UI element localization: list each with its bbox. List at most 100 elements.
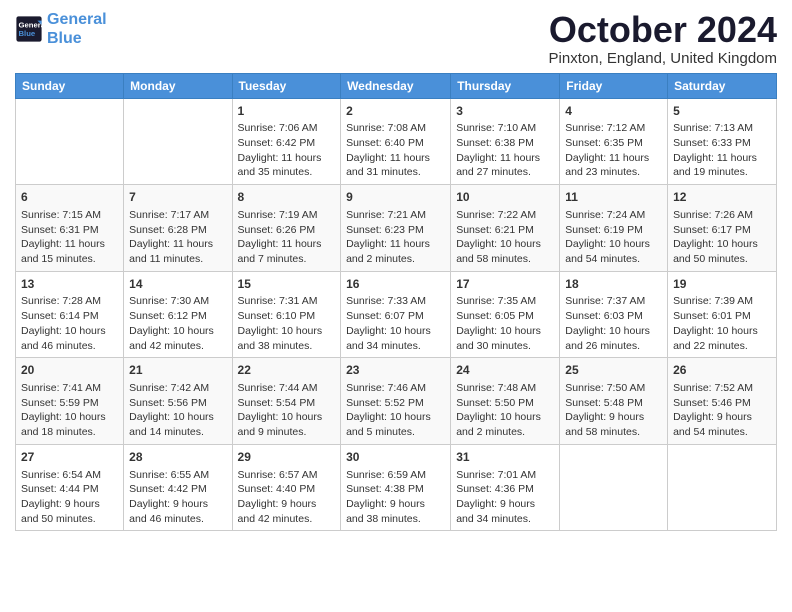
day-number: 15: [238, 276, 336, 293]
day-number: 1: [238, 103, 336, 120]
day-number: 10: [456, 189, 554, 206]
day-info: Sunrise: 7:08 AM Sunset: 6:40 PM Dayligh…: [346, 121, 445, 180]
calendar-week-row: 20Sunrise: 7:41 AM Sunset: 5:59 PM Dayli…: [16, 358, 777, 445]
day-info: Sunrise: 7:35 AM Sunset: 6:05 PM Dayligh…: [456, 294, 554, 353]
day-info: Sunrise: 6:57 AM Sunset: 4:40 PM Dayligh…: [238, 468, 336, 527]
calendar-cell: 21 Sunrise: 7:42 AM Sunset: 5:56 PM Dayli…: [124, 358, 232, 445]
day-info: Sunrise: 7:39 AM Sunset: 6:01 PM Dayligh…: [673, 294, 771, 353]
day-number: 30: [346, 449, 445, 466]
calendar-cell: 5Sunrise: 7:13 AM Sunset: 6:33 PM Daylig…: [668, 98, 777, 185]
day-number: 24: [456, 362, 554, 379]
calendar-week-row: 13Sunrise: 7:28 AM Sunset: 6:14 PM Dayli…: [16, 271, 777, 358]
day-info: Sunrise: 7:26 AM Sunset: 6:17 PM Dayligh…: [673, 208, 771, 267]
day-info: Sunrise: 7:12 AM Sunset: 6:35 PM Dayligh…: [565, 121, 662, 180]
col-header-friday: Friday: [560, 73, 668, 98]
day-number: 8: [238, 189, 336, 206]
calendar-cell: 14Sunrise: 7:30 AM Sunset: 6:12 PM Dayli…: [124, 271, 232, 358]
day-info: Sunrise: 7:44 AM Sunset: 5:54 PM Dayligh…: [238, 381, 336, 440]
calendar-cell: 27 Sunrise: 6:54 AM Sunset: 4:44 PM Dayli…: [16, 444, 124, 531]
calendar-cell: 20Sunrise: 7:41 AM Sunset: 5:59 PM Dayli…: [16, 358, 124, 445]
calendar-cell: 8 Sunrise: 7:19 AM Sunset: 6:26 PM Daylig…: [232, 185, 341, 272]
calendar-cell: 24 Sunrise: 7:48 AM Sunset: 5:50 PM Dayli…: [451, 358, 560, 445]
day-number: 11: [565, 189, 662, 206]
day-info: Sunrise: 7:37 AM Sunset: 6:03 PM Dayligh…: [565, 294, 662, 353]
day-info: Sunrise: 7:31 AM Sunset: 6:10 PM Dayligh…: [238, 294, 336, 353]
day-number: 28: [129, 449, 226, 466]
calendar-cell: 16Sunrise: 7:33 AM Sunset: 6:07 PM Dayli…: [341, 271, 451, 358]
day-info: Sunrise: 7:50 AM Sunset: 5:48 PM Dayligh…: [565, 381, 662, 440]
calendar-cell: 31 Sunrise: 7:01 AM Sunset: 4:36 PM Dayli…: [451, 444, 560, 531]
calendar-week-row: 27 Sunrise: 6:54 AM Sunset: 4:44 PM Dayli…: [16, 444, 777, 531]
day-number: 6: [21, 189, 118, 206]
day-info: Sunrise: 7:15 AM Sunset: 6:31 PM Dayligh…: [21, 208, 118, 267]
calendar-table: SundayMondayTuesdayWednesdayThursdayFrid…: [15, 73, 777, 532]
day-info: Sunrise: 7:22 AM Sunset: 6:21 PM Dayligh…: [456, 208, 554, 267]
svg-text:Blue: Blue: [19, 29, 36, 38]
day-number: 26: [673, 362, 771, 379]
day-info: Sunrise: 6:59 AM Sunset: 4:38 PM Dayligh…: [346, 468, 445, 527]
day-number: 18: [565, 276, 662, 293]
day-number: 25: [565, 362, 662, 379]
day-info: Sunrise: 7:19 AM Sunset: 6:26 PM Dayligh…: [238, 208, 336, 267]
logo-icon: General Blue: [15, 15, 43, 43]
calendar-cell: 19Sunrise: 7:39 AM Sunset: 6:01 PM Dayli…: [668, 271, 777, 358]
day-number: 4: [565, 103, 662, 120]
col-header-sunday: Sunday: [16, 73, 124, 98]
calendar-cell: 6 Sunrise: 7:15 AM Sunset: 6:31 PM Daylig…: [16, 185, 124, 272]
day-info: Sunrise: 7:01 AM Sunset: 4:36 PM Dayligh…: [456, 468, 554, 527]
calendar-cell: 12 Sunrise: 7:26 AM Sunset: 6:17 PM Dayli…: [668, 185, 777, 272]
calendar-cell: 30 Sunrise: 6:59 AM Sunset: 4:38 PM Dayli…: [341, 444, 451, 531]
calendar-cell: [560, 444, 668, 531]
day-number: 22: [238, 362, 336, 379]
calendar-cell: 7Sunrise: 7:17 AM Sunset: 6:28 PM Daylig…: [124, 185, 232, 272]
col-header-thursday: Thursday: [451, 73, 560, 98]
calendar-week-row: 6 Sunrise: 7:15 AM Sunset: 6:31 PM Daylig…: [16, 185, 777, 272]
day-number: 27: [21, 449, 118, 466]
day-info: Sunrise: 7:52 AM Sunset: 5:46 PM Dayligh…: [673, 381, 771, 440]
day-info: Sunrise: 7:13 AM Sunset: 6:33 PM Dayligh…: [673, 121, 771, 180]
day-info: Sunrise: 7:17 AM Sunset: 6:28 PM Dayligh…: [129, 208, 226, 267]
calendar-cell: 26 Sunrise: 7:52 AM Sunset: 5:46 PM Dayli…: [668, 358, 777, 445]
day-number: 17: [456, 276, 554, 293]
day-number: 5: [673, 103, 771, 120]
day-info: Sunrise: 6:55 AM Sunset: 4:42 PM Dayligh…: [129, 468, 226, 527]
day-number: 14: [129, 276, 226, 293]
day-number: 9: [346, 189, 445, 206]
calendar-cell: 9 Sunrise: 7:21 AM Sunset: 6:23 PM Daylig…: [341, 185, 451, 272]
day-number: 16: [346, 276, 445, 293]
day-info: Sunrise: 7:06 AM Sunset: 6:42 PM Dayligh…: [238, 121, 336, 180]
day-info: Sunrise: 7:46 AM Sunset: 5:52 PM Dayligh…: [346, 381, 445, 440]
day-info: Sunrise: 7:42 AM Sunset: 5:56 PM Dayligh…: [129, 381, 226, 440]
day-number: 12: [673, 189, 771, 206]
calendar-cell: 3Sunrise: 7:10 AM Sunset: 6:38 PM Daylig…: [451, 98, 560, 185]
day-info: Sunrise: 7:28 AM Sunset: 6:14 PM Dayligh…: [21, 294, 118, 353]
calendar-cell: 1Sunrise: 7:06 AM Sunset: 6:42 PM Daylig…: [232, 98, 341, 185]
day-info: Sunrise: 7:21 AM Sunset: 6:23 PM Dayligh…: [346, 208, 445, 267]
calendar-cell: 10 Sunrise: 7:22 AM Sunset: 6:21 PM Dayli…: [451, 185, 560, 272]
day-number: 3: [456, 103, 554, 120]
calendar-cell: 28 Sunrise: 6:55 AM Sunset: 4:42 PM Dayli…: [124, 444, 232, 531]
day-number: 29: [238, 449, 336, 466]
month-title: October 2024: [549, 10, 777, 50]
day-number: 31: [456, 449, 554, 466]
title-block: October 2024 Pinxton, England, United Ki…: [549, 10, 777, 67]
logo-text-line1: General: [47, 10, 107, 29]
day-info: Sunrise: 7:48 AM Sunset: 5:50 PM Dayligh…: [456, 381, 554, 440]
calendar-week-row: 1Sunrise: 7:06 AM Sunset: 6:42 PM Daylig…: [16, 98, 777, 185]
day-number: 13: [21, 276, 118, 293]
day-info: Sunrise: 7:10 AM Sunset: 6:38 PM Dayligh…: [456, 121, 554, 180]
day-number: 21: [129, 362, 226, 379]
day-info: Sunrise: 7:24 AM Sunset: 6:19 PM Dayligh…: [565, 208, 662, 267]
day-info: Sunrise: 7:30 AM Sunset: 6:12 PM Dayligh…: [129, 294, 226, 353]
calendar-header-row: SundayMondayTuesdayWednesdayThursdayFrid…: [16, 73, 777, 98]
calendar-cell: 17Sunrise: 7:35 AM Sunset: 6:05 PM Dayli…: [451, 271, 560, 358]
day-info: Sunrise: 6:54 AM Sunset: 4:44 PM Dayligh…: [21, 468, 118, 527]
day-info: Sunrise: 7:41 AM Sunset: 5:59 PM Dayligh…: [21, 381, 118, 440]
calendar-cell: 4Sunrise: 7:12 AM Sunset: 6:35 PM Daylig…: [560, 98, 668, 185]
day-number: 2: [346, 103, 445, 120]
col-header-wednesday: Wednesday: [341, 73, 451, 98]
logo: General Blue General Blue: [15, 10, 107, 48]
calendar-cell: [16, 98, 124, 185]
col-header-monday: Monday: [124, 73, 232, 98]
calendar-cell: 11 Sunrise: 7:24 AM Sunset: 6:19 PM Dayli…: [560, 185, 668, 272]
